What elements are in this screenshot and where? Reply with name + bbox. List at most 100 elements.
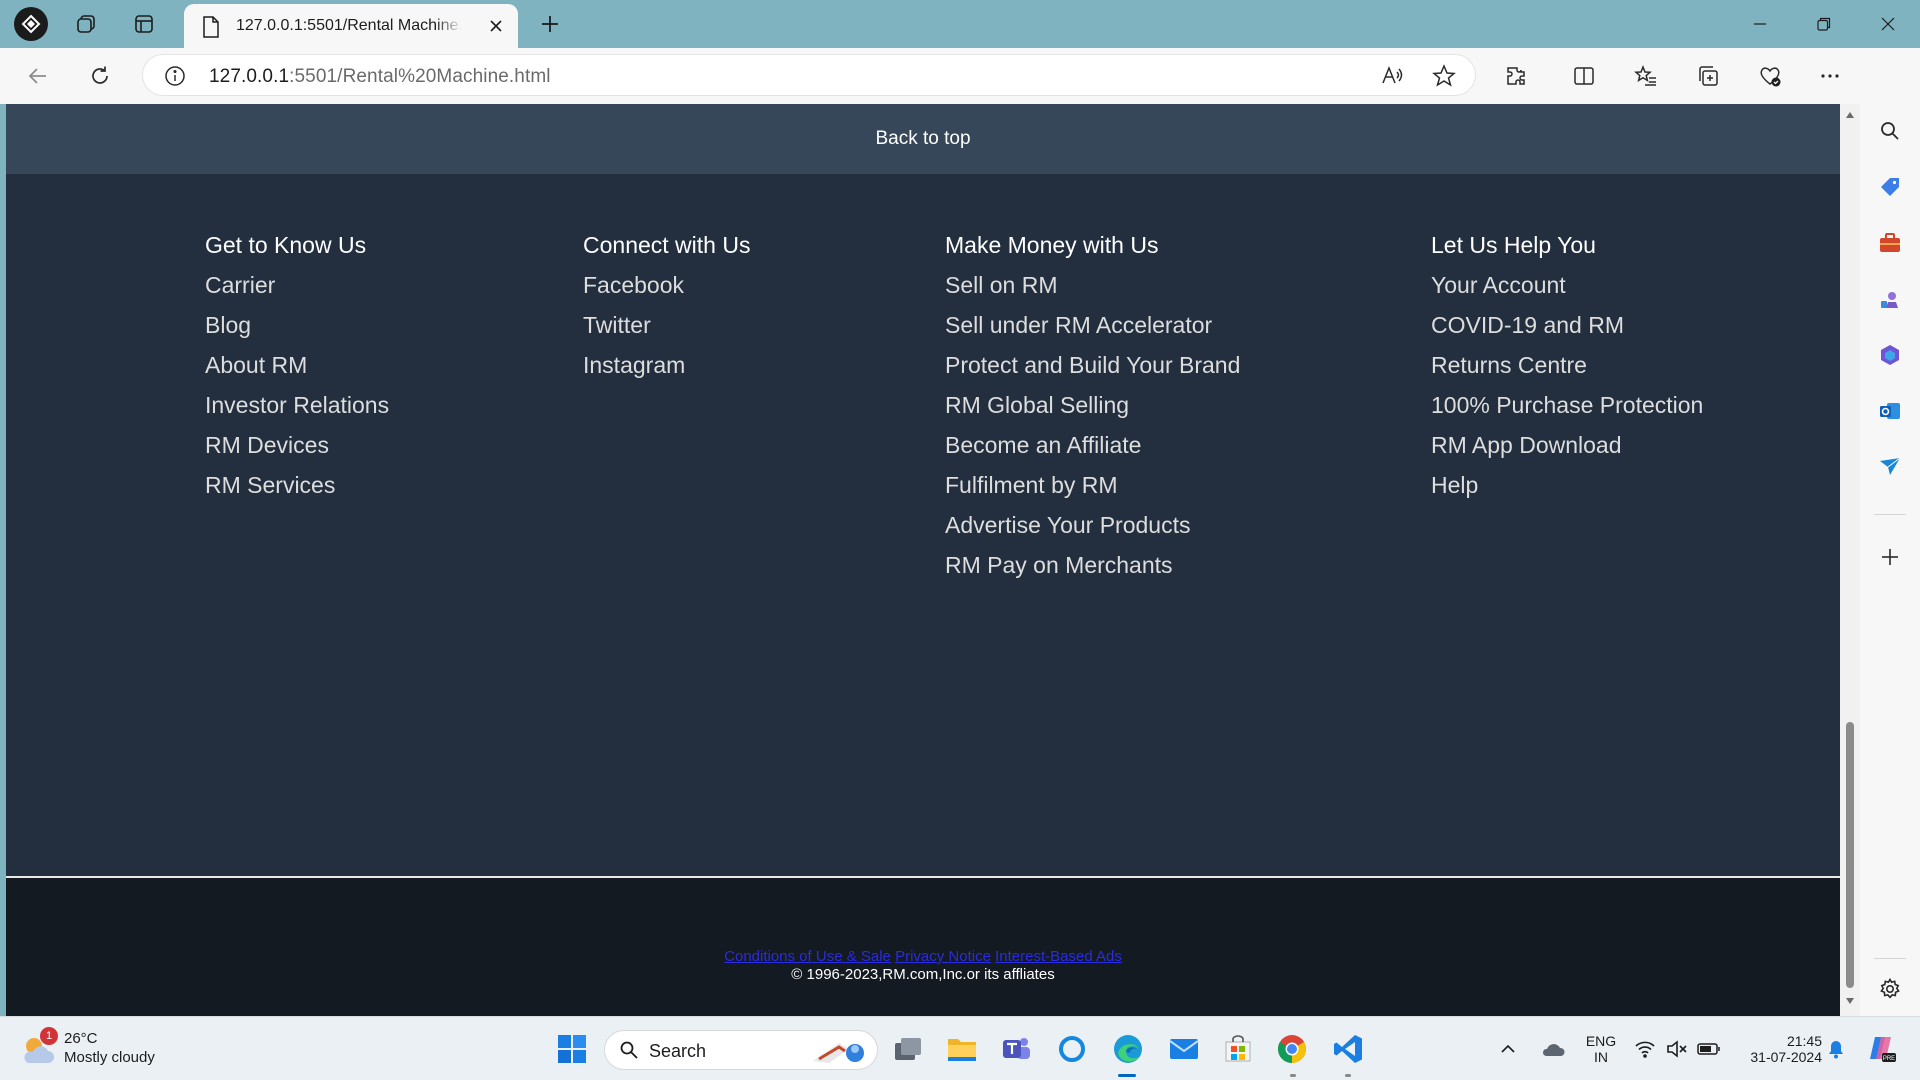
back-to-top-link[interactable]: Back to top (6, 104, 1840, 174)
scroll-up-arrow-icon[interactable] (1845, 110, 1855, 120)
page-scrollbar[interactable] (1840, 104, 1860, 1016)
footer-link-covid-19-and-rm[interactable]: COVID-19 and RM (1431, 310, 1703, 350)
games-chess-icon[interactable] (1875, 284, 1905, 314)
chrome-running-indicator (1290, 1074, 1296, 1077)
footer-link-rm-app-download[interactable]: RM App Download (1431, 430, 1703, 470)
footer-link-returns-centre[interactable]: Returns Centre (1431, 350, 1703, 390)
weather-temperature: 26°C (64, 1030, 98, 1047)
refresh-icon[interactable] (84, 60, 116, 92)
clock-date: 31-07-2024 (1750, 1049, 1822, 1065)
mail-icon[interactable] (1166, 1031, 1202, 1067)
weather-notification-badge: 1 (40, 1027, 58, 1045)
footer-link-blog[interactable]: Blog (205, 310, 389, 350)
workspaces-icon[interactable] (70, 8, 102, 40)
taskbar-search-box[interactable]: Search (604, 1030, 878, 1070)
footer-link-rm-global-selling[interactable]: RM Global Selling (945, 390, 1240, 430)
region-code: IN (1594, 1049, 1608, 1065)
volume-muted-icon[interactable] (1662, 1031, 1692, 1067)
send-drop-icon[interactable] (1875, 452, 1905, 482)
footer-link-your-account[interactable]: Your Account (1431, 270, 1703, 310)
footer-link-investor-relations[interactable]: Investor Relations (205, 390, 389, 430)
active-tab[interactable]: 127.0.0.1:5501/Rental Machine.html (184, 4, 518, 48)
weather-widget[interactable]: 1 26°C Mostly cloudy (20, 1027, 180, 1071)
teams-icon[interactable] (998, 1031, 1034, 1067)
copyright-text: © 1996-2023,RM.com,Inc.or its affliates (791, 966, 1055, 983)
collections-icon[interactable] (1692, 60, 1724, 92)
outlook-icon[interactable] (1875, 396, 1905, 426)
address-bar[interactable]: 127.0.0.1:5501/Rental%20Machine.html (142, 54, 1476, 96)
extensions-icon[interactable] (1500, 60, 1532, 92)
tab-title: 127.0.0.1:5501/Rental Machine.html (236, 17, 462, 34)
profile-avatar-icon[interactable] (14, 7, 48, 41)
notification-bell-icon[interactable] (1822, 1031, 1850, 1067)
interest-based-ads-link[interactable]: Interest-Based Ads (995, 948, 1122, 965)
footer-link-rm-pay-on-merchants[interactable]: RM Pay on Merchants (945, 550, 1240, 590)
favorites-icon[interactable] (1630, 60, 1662, 92)
favorite-star-icon[interactable] (1431, 63, 1457, 94)
clock-time: 21:45 (1786, 1033, 1822, 1049)
site-info-icon[interactable] (163, 64, 187, 93)
footer-link-advertise-your-products[interactable]: Advertise Your Products (945, 510, 1240, 550)
footer-link-twitter[interactable]: Twitter (583, 310, 750, 350)
show-hidden-icons-chevron-icon[interactable] (1494, 1031, 1522, 1067)
footer-column-heading: Make Money with Us (945, 232, 1159, 258)
conditions-of-use-link[interactable]: Conditions of Use & Sale (724, 948, 891, 965)
footer-link-rm-services[interactable]: RM Services (205, 470, 389, 510)
wifi-icon[interactable] (1630, 1031, 1660, 1067)
store-icon[interactable] (1220, 1031, 1256, 1067)
windows-start-icon[interactable] (554, 1031, 590, 1067)
footer-link-rm-devices[interactable]: RM Devices (205, 430, 389, 470)
footer-link-about-rm[interactable]: About RM (205, 350, 389, 390)
footer-link-purchase-protection[interactable]: 100% Purchase Protection (1431, 390, 1703, 430)
search-icon[interactable] (1875, 116, 1905, 146)
add-sidebar-app-icon[interactable] (1875, 542, 1905, 572)
footer-link-protect-and-build-your-brand[interactable]: Protect and Build Your Brand (945, 350, 1240, 390)
read-aloud-icon[interactable] (1379, 63, 1405, 94)
vertical-tabs-icon[interactable] (128, 8, 160, 40)
url-host: 127.0.0.1 (209, 66, 290, 87)
edge-sidebar (1860, 48, 1920, 1016)
url-text[interactable]: 127.0.0.1:5501/Rental%20Machine.html (209, 66, 551, 88)
m365-copilot-icon[interactable] (1875, 340, 1905, 370)
taskbar-search-label: Search (649, 1041, 707, 1061)
scroll-down-arrow-icon[interactable] (1845, 996, 1855, 1006)
sidebar-separator-bottom (1874, 958, 1906, 959)
footer-link-sell-under-rm-accelerator[interactable]: Sell under RM Accelerator (945, 310, 1240, 350)
split-screen-icon[interactable] (1568, 60, 1600, 92)
edge-active-indicator (1118, 1074, 1136, 1077)
vscode-icon[interactable] (1330, 1031, 1366, 1067)
clock[interactable]: 21:45 31-07-2024 (1732, 1033, 1822, 1065)
copilot-preview-icon[interactable]: PRE (1862, 1031, 1902, 1067)
footer-link-become-an-affiliate[interactable]: Become an Affiliate (945, 430, 1240, 470)
browser-essentials-icon[interactable] (1754, 60, 1786, 92)
footer-link-sell-on-rm[interactable]: Sell on RM (945, 270, 1240, 310)
onedrive-cloud-icon[interactable] (1536, 1031, 1570, 1067)
chrome-icon[interactable] (1274, 1031, 1310, 1067)
tools-briefcase-icon[interactable] (1875, 228, 1905, 258)
weather-condition: Mostly cloudy (64, 1049, 155, 1066)
footer-link-instagram[interactable]: Instagram (583, 350, 750, 390)
shopping-tag-icon[interactable] (1875, 172, 1905, 202)
footer-link-carrier[interactable]: Carrier (205, 270, 389, 310)
minimize-icon[interactable] (1736, 6, 1784, 42)
footer-link-fulfilment-by-rm[interactable]: Fulfilment by RM (945, 470, 1240, 510)
back-arrow-icon[interactable] (22, 60, 54, 92)
footer-link-facebook[interactable]: Facebook (583, 270, 750, 310)
language-indicator[interactable]: ENG IN (1578, 1033, 1624, 1065)
new-tab-icon[interactable] (534, 8, 566, 40)
edge-icon[interactable] (1110, 1031, 1146, 1067)
close-tab-icon[interactable] (484, 14, 508, 38)
footer-link-help[interactable]: Help (1431, 470, 1703, 510)
file-explorer-icon[interactable] (944, 1031, 980, 1067)
task-view-icon[interactable] (890, 1031, 926, 1067)
privacy-notice-link[interactable]: Privacy Notice (895, 948, 991, 965)
more-options-icon[interactable] (1814, 60, 1846, 92)
close-window-icon[interactable] (1864, 6, 1912, 42)
settings-gear-icon[interactable] (1875, 974, 1905, 1004)
restore-icon[interactable] (1800, 6, 1848, 42)
scrollbar-thumb[interactable] (1846, 722, 1854, 988)
vscode-running-indicator (1345, 1074, 1351, 1077)
battery-icon[interactable] (1694, 1031, 1724, 1067)
browser-toolbar: 127.0.0.1:5501/Rental%20Machine.html (0, 48, 1920, 104)
cortana-icon[interactable] (1054, 1031, 1090, 1067)
